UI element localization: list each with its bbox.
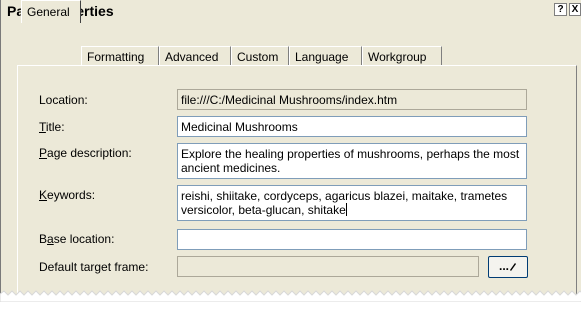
pencil-icon: [510, 263, 516, 271]
torn-edge: [0, 290, 581, 302]
browse-button-label: ...: [498, 259, 509, 273]
target-frame-browse-button[interactable]: ...: [488, 256, 528, 278]
keywords-field[interactable]: reishi, shiitake, cordyceps, agaricus bl…: [177, 185, 527, 221]
tab-advanced[interactable]: Advanced: [159, 46, 231, 65]
tab-label: Formatting: [87, 50, 145, 64]
title-field[interactable]: Medicinal Mushrooms: [177, 116, 527, 137]
target-frame-label-pre: Default tar: [39, 260, 95, 274]
title-bar: Page Properties ? X: [1, 0, 581, 22]
title-label: Title:: [39, 120, 65, 134]
target-frame-label: Default target frame:: [39, 260, 148, 274]
page-properties-dialog: Page Properties ? X General Formatting A…: [0, 0, 581, 295]
description-label: Page description:: [39, 146, 132, 160]
description-label-rest: age description:: [47, 146, 132, 160]
location-field[interactable]: file:///C:/Medicinal Mushrooms/index.htm: [177, 89, 527, 110]
location-label: Location:: [39, 93, 88, 107]
base-location-field[interactable]: [177, 229, 527, 250]
keywords-label-key: K: [39, 188, 48, 202]
title-label-key: T: [39, 120, 46, 134]
tab-label: Custom: [237, 50, 279, 64]
text-caret: [345, 203, 347, 216]
target-frame-field: [177, 256, 479, 277]
tab-label: Workgroup: [368, 50, 427, 64]
target-frame-label-rest: et frame:: [101, 260, 149, 274]
tab-label: General: [27, 5, 70, 19]
tab-workgroup[interactable]: Workgroup: [362, 46, 442, 65]
tab-custom[interactable]: Custom: [231, 46, 289, 65]
tab-general[interactable]: General: [21, 0, 81, 23]
base-location-label-rest: se location:: [53, 232, 115, 246]
tab-formatting[interactable]: Formatting: [81, 46, 159, 65]
tab-language[interactable]: Language: [289, 46, 362, 65]
keywords-label: Keywords:: [39, 188, 95, 202]
title-label-rest: itle:: [45, 120, 65, 134]
keywords-label-rest: eywords:: [47, 188, 96, 202]
base-location-label-key: a: [47, 232, 54, 246]
base-location-label-pre: B: [39, 232, 48, 246]
close-button[interactable]: X: [569, 3, 581, 16]
keywords-text: reishi, shiitake, cordyceps, agaricus bl…: [181, 189, 508, 217]
tab-label: Language: [295, 50, 349, 64]
tab-label: Advanced: [165, 50, 219, 64]
description-label-key: P: [39, 146, 48, 160]
base-location-label: Base location:: [39, 232, 114, 246]
description-field[interactable]: Explore the healing properties of mushro…: [177, 143, 527, 179]
help-button[interactable]: ?: [554, 3, 567, 16]
